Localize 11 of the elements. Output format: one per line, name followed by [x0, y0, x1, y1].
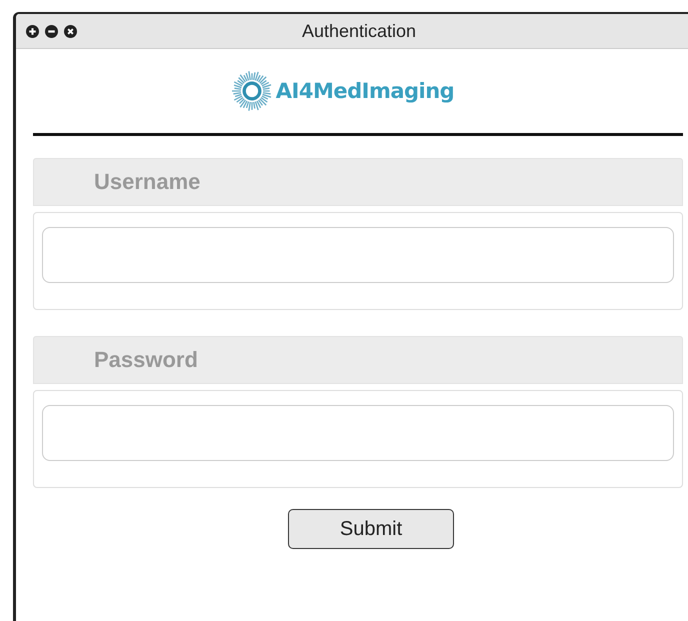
field-label: Username — [94, 169, 200, 195]
logo-icon — [232, 71, 272, 111]
window-title: Authentication — [302, 20, 416, 40]
input-field[interactable] — [42, 405, 674, 461]
close-icon[interactable] — [64, 24, 77, 38]
field-label: Password — [94, 347, 198, 373]
logo-text: AI4MedImaging — [276, 79, 454, 103]
minimize-icon[interactable] — [45, 24, 58, 38]
input-field[interactable] — [42, 227, 674, 283]
plus-icon[interactable] — [26, 24, 39, 38]
submit-button[interactable]: Submit — [288, 509, 454, 549]
